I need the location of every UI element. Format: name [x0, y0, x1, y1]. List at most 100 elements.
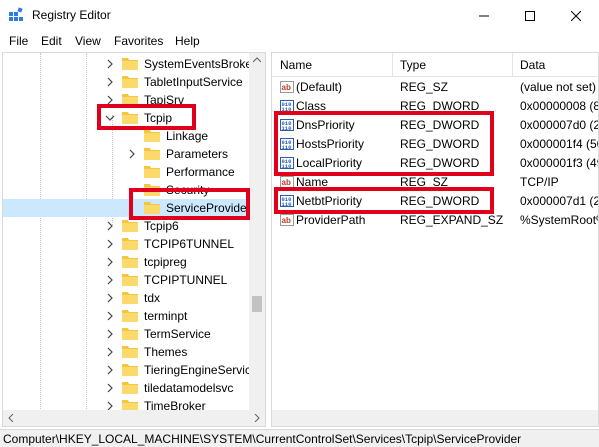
folder-icon: [122, 346, 138, 358]
tree-item[interactable]: Performance: [3, 163, 251, 181]
folder-icon: [122, 328, 138, 340]
tree-scroll-thumb[interactable]: [252, 296, 262, 312]
chevron-right-icon[interactable]: [105, 329, 115, 339]
chevron-right-icon[interactable]: [127, 149, 137, 159]
tree-item[interactable]: tiledatamodelsvc: [3, 379, 251, 397]
list-horizontal-scrollbar[interactable]: [272, 410, 598, 426]
tree-item[interactable]: Themes: [3, 343, 251, 361]
tree-item-label: Performance: [166, 165, 235, 179]
column-divider[interactable]: [392, 53, 393, 77]
folder-icon: [144, 130, 160, 142]
value-data: 0x000007d1 (20: [520, 194, 599, 208]
menu-view[interactable]: View: [75, 34, 101, 48]
tree-item[interactable]: SystemEventsBroker: [3, 55, 251, 73]
tree-item-label: Themes: [144, 345, 188, 359]
menu-edit[interactable]: Edit: [41, 34, 62, 48]
folder-icon: [122, 76, 138, 88]
chevron-right-icon[interactable]: [105, 221, 115, 231]
column-divider[interactable]: [512, 53, 513, 77]
values-list-header: Name Type Data: [272, 53, 598, 77]
chevron-right-icon[interactable]: [105, 293, 115, 303]
maximize-icon: [525, 10, 535, 21]
chevron-right-icon[interactable]: [105, 365, 115, 375]
chevron-right-icon[interactable]: [105, 257, 115, 267]
folder-icon: [122, 364, 138, 376]
chevron-right-icon[interactable]: [105, 77, 115, 87]
tree-item[interactable]: TimeBroker: [3, 397, 251, 411]
tree-item-label: TCPIP6TUNNEL: [144, 237, 235, 251]
tree-item[interactable]: TCPIPTUNNEL: [3, 271, 251, 289]
chevron-right-icon[interactable]: [105, 59, 115, 69]
menu-favorites[interactable]: Favorites: [114, 34, 163, 48]
value-name: ProviderPath: [296, 213, 366, 227]
tree-item-label: TabletInputService: [144, 75, 243, 89]
registry-editor-window: Registry Editor File Edit View Favorites…: [0, 0, 599, 447]
close-icon: [571, 10, 581, 21]
chevron-right-icon[interactable]: [105, 311, 115, 321]
tree-item[interactable]: TermService: [3, 325, 251, 343]
values-list-pane[interactable]: Name Type Data ab (Default) REG_SZ (value n…: [271, 52, 599, 427]
registry-editor-icon: [9, 7, 23, 21]
value-data: 0x000001f4 (50: [520, 137, 599, 151]
folder-icon: [122, 382, 138, 394]
tree-item-label: TermService: [144, 327, 211, 341]
scroll-up-icon[interactable]: [253, 57, 261, 63]
menu-help[interactable]: Help: [175, 34, 200, 48]
tree-vertical-scrollbar[interactable]: [249, 53, 265, 411]
column-data-header[interactable]: Data: [520, 58, 545, 72]
value-type: REG_EXPAND_SZ: [400, 213, 504, 227]
window-title: Registry Editor: [32, 8, 111, 22]
key-path: Computer\HKEY_LOCAL_MACHINE\SYSTEM\Curre…: [3, 432, 522, 446]
folder-icon: [122, 274, 138, 286]
folder-icon: [122, 292, 138, 304]
tree-item-label: TCPIPTUNNEL: [144, 273, 228, 287]
tree-item[interactable]: TabletInputService: [3, 73, 251, 91]
close-button[interactable]: [553, 0, 599, 31]
highlight-box: [274, 111, 494, 176]
tree-item-label: tdx: [144, 291, 161, 305]
chevron-right-icon[interactable]: [105, 239, 115, 249]
column-name-header[interactable]: Name: [280, 58, 312, 72]
chevron-right-icon[interactable]: [105, 347, 115, 357]
folder-icon: [144, 166, 160, 178]
tree-item-label: Tcpip6: [144, 219, 179, 233]
highlight-box: [129, 188, 250, 220]
tree-item-label: Linkage: [166, 129, 209, 143]
value-data: %SystemRoot%: [520, 213, 599, 227]
scroll-right-icon[interactable]: [254, 414, 260, 422]
tree-item-label: terminpt: [144, 309, 188, 323]
tree-item-label: tcpipreg: [144, 255, 187, 269]
folder-icon: [122, 238, 138, 250]
folder-icon: [144, 148, 160, 160]
value-data: TCP/IP: [520, 175, 559, 189]
value-row[interactable]: ab (Default) REG_SZ (value not set): [272, 78, 598, 97]
svg-text:ab: ab: [282, 178, 291, 187]
tree-item[interactable]: tdx: [3, 289, 251, 307]
minimize-button[interactable]: [461, 0, 507, 31]
value-name: (Default): [296, 80, 343, 94]
value-type: REG_SZ: [400, 80, 449, 94]
tree-horizontal-scrollbar[interactable]: [3, 410, 265, 426]
highlight-box: [97, 104, 196, 130]
maximize-button[interactable]: [507, 0, 553, 31]
tree-item[interactable]: terminpt: [3, 307, 251, 325]
tree-item-label: SystemEventsBroker: [144, 57, 251, 71]
folder-icon: [122, 310, 138, 322]
column-type-header[interactable]: Type: [400, 58, 426, 72]
tree-item[interactable]: TieringEngineService: [3, 361, 251, 379]
menu-file[interactable]: File: [9, 34, 28, 48]
tree-item[interactable]: tcpipreg: [3, 253, 251, 271]
value-data: 0x00000008 (8): [520, 99, 599, 113]
svg-text:ab: ab: [282, 83, 291, 92]
title-bar: Registry Editor: [0, 0, 599, 31]
tree-item-label: tiledatamodelsvc: [144, 381, 234, 395]
value-data: (value not set): [520, 80, 597, 94]
chevron-right-icon[interactable]: [105, 383, 115, 393]
value-data: 0x000001f3 (49: [520, 156, 599, 170]
chevron-right-icon[interactable]: [105, 275, 115, 285]
tree-item[interactable]: TCPIP6TUNNEL: [3, 235, 251, 253]
tree-item[interactable]: Parameters: [3, 145, 251, 163]
string-value-icon: ab: [280, 81, 294, 93]
scroll-left-icon[interactable]: [8, 414, 14, 422]
menu-bar: File Edit View Favorites Help: [0, 31, 599, 51]
